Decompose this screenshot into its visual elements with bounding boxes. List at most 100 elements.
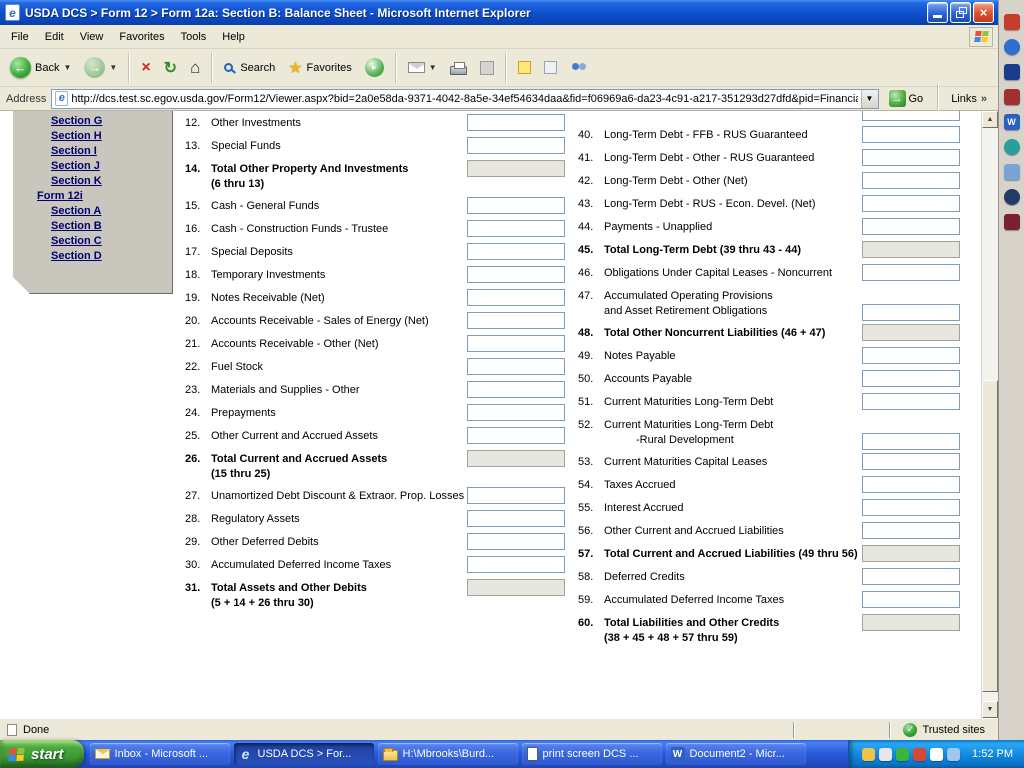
scrollbar-track[interactable] bbox=[982, 128, 998, 701]
taskbar-button[interactable]: print screen DCS ... bbox=[522, 743, 662, 765]
favorites-button[interactable]: ★ Favorites bbox=[282, 51, 358, 85]
dock-icon-8[interactable] bbox=[1004, 189, 1020, 205]
dock-icon-4[interactable] bbox=[1004, 89, 1020, 105]
tray-icon-3[interactable] bbox=[896, 748, 909, 761]
amount-input[interactable] bbox=[862, 591, 960, 608]
amount-input[interactable] bbox=[467, 243, 565, 260]
amount-input[interactable] bbox=[862, 370, 960, 387]
dock-icon-2[interactable] bbox=[1004, 39, 1020, 55]
amount-input[interactable] bbox=[862, 499, 960, 516]
tray-icon-1[interactable] bbox=[862, 748, 875, 761]
menu-edit[interactable]: Edit bbox=[37, 26, 72, 48]
start-button[interactable]: start bbox=[0, 740, 84, 768]
dock-icon-1[interactable] bbox=[1004, 14, 1020, 30]
nav-link-form-12i[interactable]: Form 12i bbox=[13, 189, 173, 204]
amount-input[interactable] bbox=[467, 114, 565, 131]
discuss-button[interactable] bbox=[564, 51, 594, 85]
forward-dropdown-icon[interactable]: ▼ bbox=[109, 63, 117, 72]
amount-input[interactable] bbox=[467, 197, 565, 214]
amount-input[interactable] bbox=[862, 522, 960, 539]
amount-input[interactable] bbox=[862, 347, 960, 364]
amount-input[interactable] bbox=[467, 335, 565, 352]
links-button[interactable]: Links » bbox=[948, 93, 994, 105]
address-dropdown-button[interactable]: ▼ bbox=[861, 90, 878, 108]
scrollbar-thumb[interactable] bbox=[982, 380, 998, 692]
notes-button[interactable] bbox=[512, 51, 537, 85]
amount-input[interactable] bbox=[467, 358, 565, 375]
amount-input[interactable] bbox=[862, 264, 960, 281]
dock-icon-5[interactable]: W bbox=[1004, 114, 1020, 130]
menu-tools[interactable]: Tools bbox=[173, 26, 215, 48]
stop-button[interactable]: × bbox=[135, 51, 156, 85]
dock-icon-3[interactable] bbox=[1004, 64, 1020, 80]
amount-input[interactable] bbox=[467, 289, 565, 306]
search-button[interactable]: Search bbox=[218, 51, 281, 85]
print-button[interactable] bbox=[444, 51, 473, 85]
back-dropdown-icon[interactable]: ▼ bbox=[63, 63, 71, 72]
vertical-scrollbar[interactable]: ▲ ▼ bbox=[981, 111, 998, 718]
amount-input[interactable] bbox=[862, 111, 960, 121]
scroll-up-button[interactable]: ▲ bbox=[982, 111, 998, 128]
taskbar-button[interactable]: Inbox - Microsoft ... bbox=[90, 743, 230, 765]
amount-input[interactable] bbox=[467, 266, 565, 283]
dock-icon-7[interactable] bbox=[1004, 164, 1020, 180]
tray-icon-6[interactable] bbox=[947, 748, 960, 761]
menu-view[interactable]: View bbox=[72, 26, 112, 48]
nav-link-section-d[interactable]: Section D bbox=[13, 249, 173, 264]
amount-input[interactable] bbox=[467, 404, 565, 421]
restore-button[interactable] bbox=[950, 2, 971, 23]
nav-link-section-k[interactable]: Section K bbox=[13, 174, 173, 189]
amount-input[interactable] bbox=[467, 381, 565, 398]
edit-button[interactable] bbox=[474, 51, 500, 85]
tray-icon-2[interactable] bbox=[879, 748, 892, 761]
nav-link-section-g[interactable]: Section G bbox=[13, 114, 173, 129]
home-button[interactable]: ⌂ bbox=[184, 51, 206, 85]
amount-input[interactable] bbox=[862, 304, 960, 321]
tray-icon-5[interactable] bbox=[930, 748, 943, 761]
menu-help[interactable]: Help bbox=[214, 26, 253, 48]
dock-icon-6[interactable] bbox=[1004, 139, 1020, 155]
amount-input[interactable] bbox=[862, 195, 960, 212]
minimize-button[interactable] bbox=[927, 2, 948, 23]
menu-file[interactable]: File bbox=[3, 26, 37, 48]
amount-input[interactable] bbox=[467, 487, 565, 504]
amount-input[interactable] bbox=[467, 556, 565, 573]
nav-link-section-i[interactable]: Section I bbox=[13, 144, 173, 159]
taskbar-button[interactable]: H:\Mbrooks\Burd... bbox=[378, 743, 518, 765]
nav-link-section-j[interactable]: Section J bbox=[13, 159, 173, 174]
close-button[interactable]: × bbox=[973, 2, 994, 23]
tray-icon-4[interactable] bbox=[913, 748, 926, 761]
media-button[interactable]: ▸ bbox=[359, 51, 390, 85]
scroll-down-button[interactable]: ▼ bbox=[982, 701, 998, 718]
amount-input[interactable] bbox=[467, 137, 565, 154]
mail-dropdown-icon[interactable]: ▼ bbox=[429, 63, 437, 72]
refresh-button[interactable]: ↻ bbox=[158, 51, 183, 85]
amount-input[interactable] bbox=[862, 126, 960, 143]
amount-input[interactable] bbox=[862, 172, 960, 189]
amount-input[interactable] bbox=[467, 427, 565, 444]
menu-favorites[interactable]: Favorites bbox=[111, 26, 172, 48]
back-button[interactable]: ← Back ▼ bbox=[4, 51, 77, 85]
nav-link-section-c[interactable]: Section C bbox=[13, 234, 173, 249]
amount-input[interactable] bbox=[862, 453, 960, 470]
taskbar-button[interactable]: eUSDA DCS > For... bbox=[234, 743, 374, 765]
nav-link-section-h[interactable]: Section H bbox=[13, 129, 173, 144]
amount-input[interactable] bbox=[467, 220, 565, 237]
amount-input[interactable] bbox=[862, 393, 960, 410]
amount-input[interactable] bbox=[862, 433, 960, 450]
amount-input[interactable] bbox=[862, 568, 960, 585]
go-button[interactable]: → Go bbox=[884, 90, 929, 107]
tool-box-button[interactable] bbox=[538, 51, 563, 85]
nav-link-section-a[interactable]: Section A bbox=[13, 204, 173, 219]
amount-input[interactable] bbox=[467, 533, 565, 550]
amount-input[interactable] bbox=[467, 510, 565, 527]
amount-input[interactable] bbox=[862, 218, 960, 235]
amount-input[interactable] bbox=[862, 149, 960, 166]
taskbar-button[interactable]: WDocument2 - Micr... bbox=[666, 743, 806, 765]
forward-button[interactable]: → ▼ bbox=[78, 51, 123, 85]
amount-input[interactable] bbox=[862, 476, 960, 493]
address-input[interactable]: e http://dcs.test.sc.egov.usda.gov/Form1… bbox=[51, 89, 878, 109]
amount-input[interactable] bbox=[467, 312, 565, 329]
mail-button[interactable]: ▼ bbox=[402, 51, 443, 85]
dock-icon-9[interactable] bbox=[1004, 214, 1020, 230]
